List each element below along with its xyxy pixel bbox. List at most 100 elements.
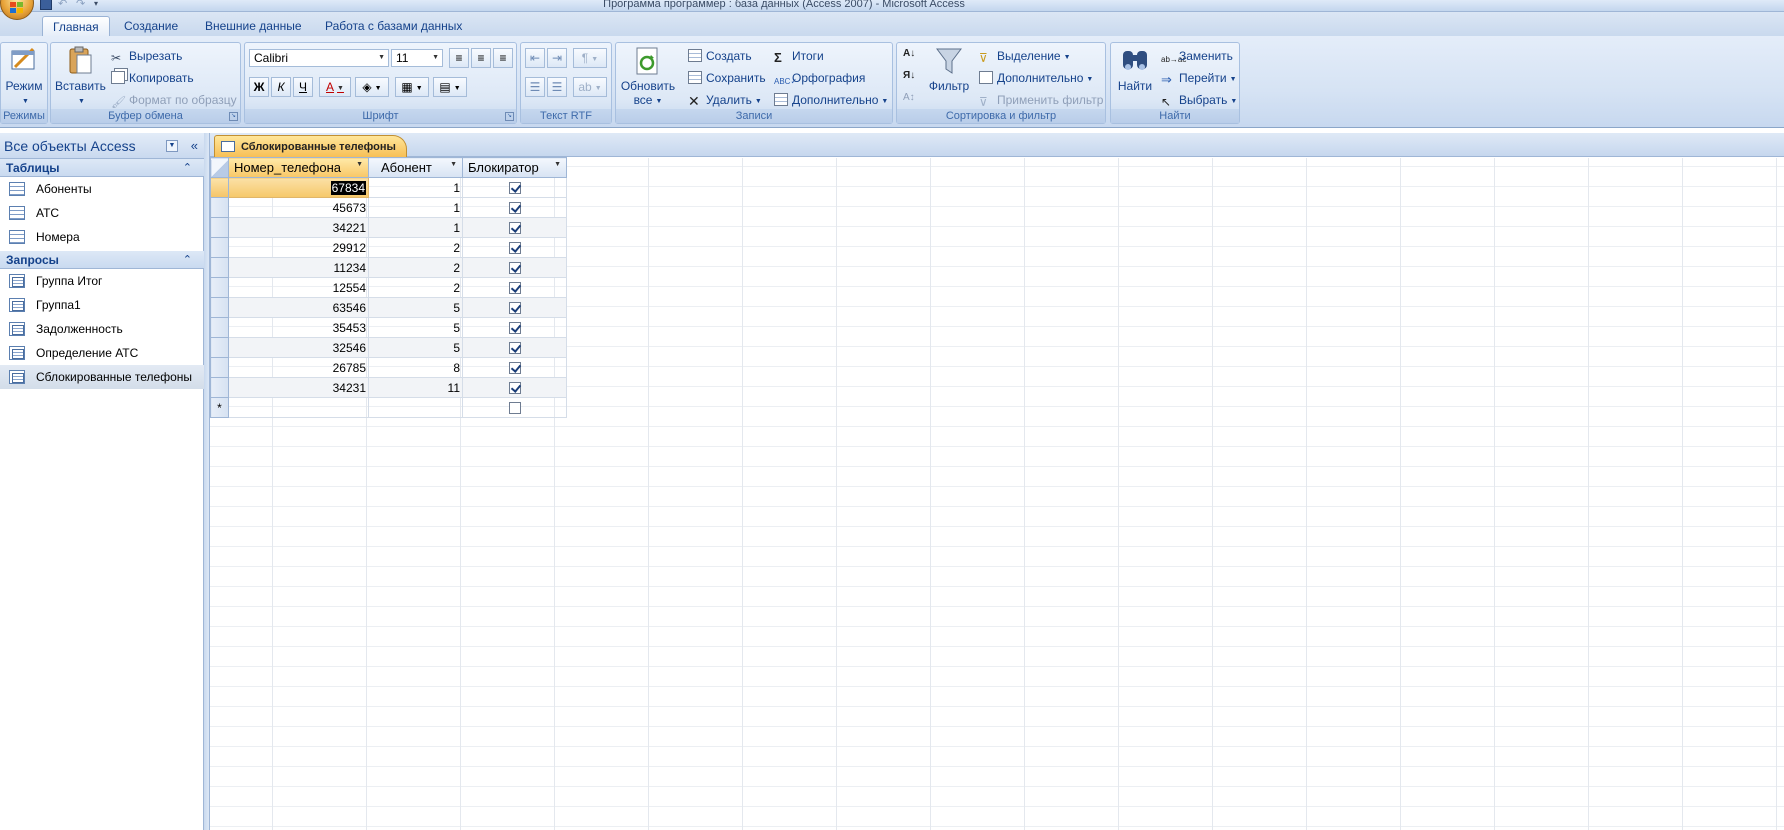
cell-blocker[interactable]: [462, 277, 567, 298]
replace-button[interactable]: ab→acЗаменить: [1161, 47, 1233, 65]
select-all-corner[interactable]: [210, 157, 229, 178]
row-selector[interactable]: [210, 177, 229, 198]
font-size-combo[interactable]: 11 ▼: [391, 49, 443, 67]
cell-blocker[interactable]: [462, 297, 567, 318]
checkbox[interactable]: [508, 222, 521, 235]
cell-blocker[interactable]: [462, 317, 567, 338]
checkbox[interactable]: [508, 302, 521, 315]
highlight-button[interactable]: ab ▼: [573, 77, 607, 97]
chevron-down-icon[interactable]: ▼: [554, 161, 561, 168]
document-tab[interactable]: Сблокированные телефоны: [214, 135, 407, 157]
cell-subscriber[interactable]: 2: [368, 237, 463, 258]
find-button[interactable]: Найти: [1115, 45, 1155, 93]
italic-button[interactable]: К: [271, 77, 291, 97]
undo-icon[interactable]: ↶: [58, 0, 70, 10]
row-selector[interactable]: [210, 337, 229, 358]
cell-phone[interactable]: 34221: [228, 217, 369, 238]
checkbox[interactable]: [508, 402, 521, 415]
cell-phone-new[interactable]: [228, 397, 369, 418]
goto-button[interactable]: ⇒ Перейти ▼: [1161, 69, 1237, 87]
nav-section-tables[interactable]: Таблицы ⌃: [0, 159, 204, 177]
row-selector[interactable]: [210, 197, 229, 218]
redo-icon[interactable]: ↷: [76, 0, 88, 10]
cell-subscriber[interactable]: 1: [368, 217, 463, 238]
nav-item-table[interactable]: АТС: [0, 201, 204, 225]
cut-button[interactable]: ✂ Вырезать: [111, 47, 182, 65]
copy-button[interactable]: Копировать: [111, 69, 194, 87]
row-selector[interactable]: [210, 377, 229, 398]
cell-phone[interactable]: 11234: [228, 257, 369, 278]
filter-button[interactable]: Фильтр: [927, 45, 971, 93]
row-selector[interactable]: [210, 357, 229, 378]
checkbox[interactable]: [508, 202, 521, 215]
font-color-button[interactable]: A ▼: [319, 77, 351, 97]
nav-section-queries[interactable]: Запросы ⌃: [0, 251, 204, 269]
checkbox[interactable]: [508, 382, 521, 395]
sort-descending-button[interactable]: Я↓: [903, 67, 915, 85]
checkbox[interactable]: [508, 342, 521, 355]
bold-button[interactable]: Ж: [249, 77, 269, 97]
underline-button[interactable]: Ч: [293, 77, 313, 97]
selection-filter-button[interactable]: ⊽ Выделение ▼: [979, 47, 1071, 65]
mode-button[interactable]: Режим ▼: [3, 45, 45, 107]
cell-subscriber[interactable]: 1: [368, 197, 463, 218]
new-record-button[interactable]: Создать: [688, 47, 752, 65]
nav-item-query[interactable]: Определение АТС: [0, 341, 204, 365]
cell-phone[interactable]: 26785: [228, 357, 369, 378]
row-selector[interactable]: [210, 297, 229, 318]
totals-button[interactable]: Σ Итоги: [774, 47, 824, 65]
cell-subscriber[interactable]: 11: [368, 377, 463, 398]
refresh-all-button[interactable]: Обновить все ▼: [620, 45, 676, 107]
cell-subscriber[interactable]: 5: [368, 297, 463, 318]
tab-home[interactable]: Главная: [42, 16, 110, 36]
collapse-pane-icon[interactable]: «: [191, 133, 198, 159]
align-center-button[interactable]: ≡: [471, 48, 491, 68]
chevron-down-icon[interactable]: ▼: [356, 161, 363, 168]
cell-phone[interactable]: 12554: [228, 277, 369, 298]
apply-filter-button[interactable]: ⊽ Применить фильтр: [979, 91, 1103, 109]
paste-button[interactable]: Вставить ▼: [55, 45, 106, 107]
cell-phone[interactable]: 34231: [228, 377, 369, 398]
checkbox[interactable]: [508, 262, 521, 275]
checkbox[interactable]: [508, 242, 521, 255]
checkbox[interactable]: [508, 282, 521, 295]
alternate-fill-button[interactable]: ▤ ▼: [433, 77, 467, 97]
font-name-combo[interactable]: Calibri ▼: [249, 49, 389, 67]
checkbox[interactable]: [508, 182, 521, 195]
nav-item-query-selected[interactable]: Сблокированные телефоны: [0, 365, 204, 389]
chevron-down-icon[interactable]: ▼: [450, 161, 457, 168]
cell-subscriber[interactable]: 2: [368, 277, 463, 298]
clipboard-dialog-launcher-icon[interactable]: ↘: [229, 112, 238, 121]
tab-database-tools[interactable]: Работа с базами данных: [315, 16, 472, 36]
cell-subscriber[interactable]: 2: [368, 257, 463, 278]
cell-blocker[interactable]: [462, 257, 567, 278]
fill-color-button[interactable]: ◈ ▼: [355, 77, 389, 97]
font-dialog-launcher-icon[interactable]: ↘: [505, 112, 514, 121]
gridlines-button[interactable]: ▦ ▼: [395, 77, 429, 97]
more-records-button[interactable]: Дополнительно ▼: [774, 91, 888, 109]
paragraph-direction-button[interactable]: ¶ ▼: [573, 48, 607, 68]
customize-qat-icon[interactable]: ▾: [94, 0, 106, 10]
column-header-subscriber[interactable]: Абонент ▼: [368, 157, 463, 178]
nav-item-query[interactable]: Задолженность: [0, 317, 204, 341]
nav-item-query[interactable]: Группа Итог: [0, 269, 204, 293]
cell-blocker-new[interactable]: [462, 397, 567, 418]
chevron-down-icon[interactable]: ▼: [166, 140, 178, 152]
cell-blocker[interactable]: [462, 177, 567, 198]
cell-subscriber-new[interactable]: [368, 397, 463, 418]
cell-phone[interactable]: 29912: [228, 237, 369, 258]
save-record-button[interactable]: Сохранить: [688, 69, 766, 87]
nav-item-table[interactable]: Абоненты: [0, 177, 204, 201]
cell-phone[interactable]: 35453: [228, 317, 369, 338]
format-painter-button[interactable]: 🖌 Формат по образцу: [111, 91, 237, 109]
cell-phone-selected[interactable]: 67834: [228, 177, 369, 198]
cell-blocker[interactable]: [462, 237, 567, 258]
cell-phone[interactable]: 45673: [228, 197, 369, 218]
cell-blocker[interactable]: [462, 377, 567, 398]
row-selector[interactable]: [210, 217, 229, 238]
nav-pane-header[interactable]: Все объекты Access ▼ «: [0, 133, 204, 159]
increase-indent-button[interactable]: ⇥: [547, 48, 567, 68]
cell-blocker[interactable]: [462, 217, 567, 238]
checkbox[interactable]: [508, 322, 521, 335]
row-selector[interactable]: [210, 237, 229, 258]
